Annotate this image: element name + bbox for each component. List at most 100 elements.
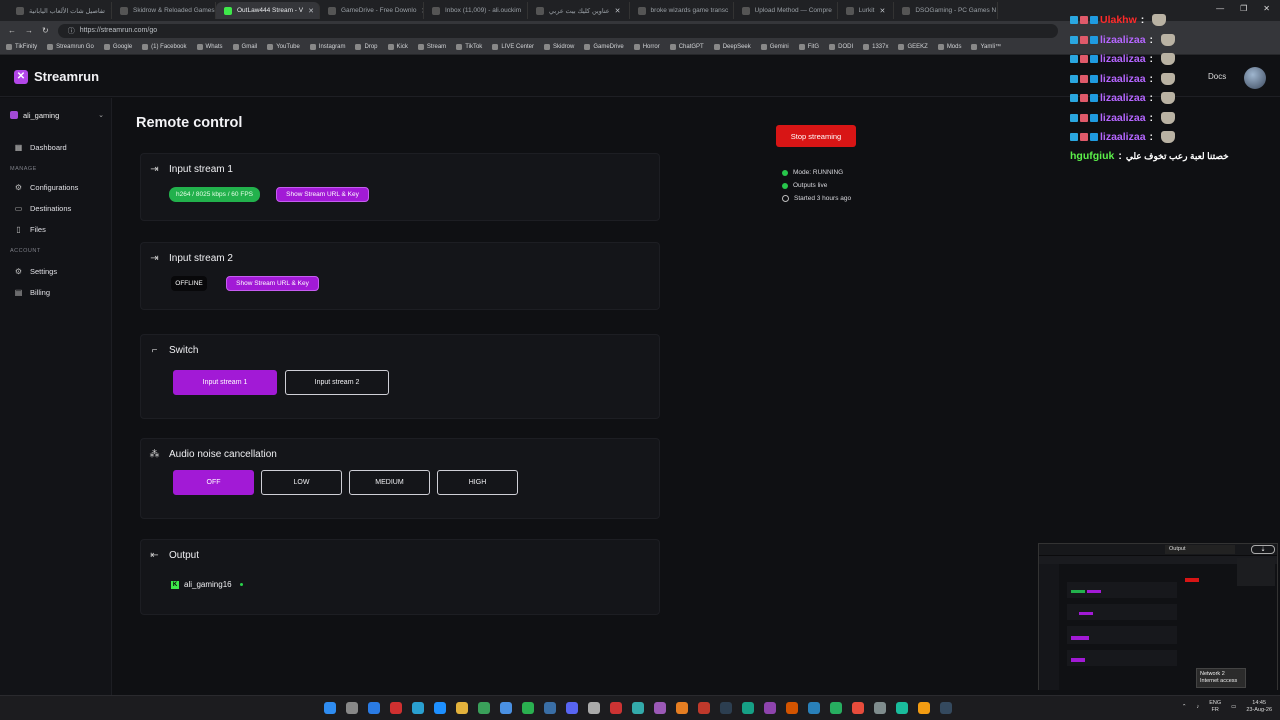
stop-streaming-button[interactable]: Stop streaming xyxy=(776,125,856,147)
bookmark-item[interactable]: GameDrive xyxy=(584,44,624,50)
close-icon[interactable]: ✕ xyxy=(879,7,885,15)
switch-option-input-1[interactable]: Input stream 1 xyxy=(173,370,277,395)
taskbar-app-icon[interactable] xyxy=(808,702,820,714)
show-stream-key-button[interactable]: Show Stream URL & Key xyxy=(276,187,369,202)
browser-tab[interactable]: عناوين كليك بيت عربي ✕ xyxy=(528,2,630,19)
workspace-selector[interactable]: ali_gaming ⌄ xyxy=(10,108,104,122)
bookmark-item[interactable]: Gmail xyxy=(232,44,257,50)
browser-tab[interactable]: GameDrive - Free Downlo✕ xyxy=(320,2,424,19)
bookmark-item[interactable]: Horror xyxy=(633,44,660,50)
output-destination[interactable]: K ali_gaming16 xyxy=(171,580,243,589)
taskbar-app-icon[interactable] xyxy=(786,702,798,714)
taskbar-app-icon[interactable] xyxy=(390,702,402,714)
chat-username[interactable]: Ulakhw xyxy=(1100,14,1137,26)
sidebar-item-files[interactable]: ▯ Files xyxy=(14,225,46,234)
taskbar-app-icon[interactable] xyxy=(324,702,336,714)
noise-option-low[interactable]: LOW xyxy=(261,470,342,495)
taskbar-app-icon[interactable] xyxy=(654,702,666,714)
sidebar-item-billing[interactable]: ▤ Billing xyxy=(14,288,50,297)
site-info-icon[interactable]: ⓘ xyxy=(68,26,75,36)
taskbar-app-icon[interactable] xyxy=(918,702,930,714)
preview-output-select[interactable]: Output xyxy=(1165,545,1235,554)
taskbar-app-icon[interactable] xyxy=(852,702,864,714)
bookmark-item[interactable]: Google xyxy=(103,44,132,50)
chat-username[interactable]: lizaalizaa xyxy=(1100,53,1146,65)
browser-tab[interactable]: broke wizards game transc✕ xyxy=(630,2,734,19)
bookmark-item[interactable]: 1337x xyxy=(863,44,888,50)
taskbar-app-icon[interactable] xyxy=(610,702,622,714)
browser-tab[interactable]: DSOGaming - PC Games N✕ xyxy=(894,2,999,19)
network-icon[interactable]: ▭ xyxy=(1231,704,1236,711)
noise-option-off[interactable]: OFF xyxy=(173,470,254,495)
taskbar-app-icon[interactable] xyxy=(588,702,600,714)
bookmark-item[interactable]: TikTok xyxy=(456,44,482,50)
chat-username[interactable]: lizaalizaa xyxy=(1100,112,1146,124)
taskbar-app-icon[interactable] xyxy=(346,702,358,714)
url-field[interactable]: ⓘ https://streamrun.com/go xyxy=(57,23,1058,38)
bookmark-item[interactable]: Yamli™ xyxy=(971,44,1001,50)
bookmark-item[interactable]: Stream xyxy=(417,44,446,50)
speaker-icon[interactable]: ♪ xyxy=(1196,704,1199,711)
bookmark-item[interactable]: Skidrow xyxy=(544,44,574,50)
sidebar-item-dashboard[interactable]: ▦ Dashboard xyxy=(14,143,67,152)
taskbar-app-icon[interactable] xyxy=(500,702,512,714)
bookmark-item[interactable]: Mods xyxy=(937,44,961,50)
browser-tab[interactable]: Lurkit ✕ xyxy=(838,2,895,19)
taskbar-app-icon[interactable] xyxy=(522,702,534,714)
taskbar-app-icon[interactable] xyxy=(544,702,556,714)
taskbar-app-icon[interactable] xyxy=(698,702,710,714)
bookmark-item[interactable]: Instagram xyxy=(309,44,345,50)
sidebar-item-destinations[interactable]: ▭ Destinations xyxy=(14,204,72,213)
language-indicator[interactable]: ENG FR xyxy=(1209,700,1221,714)
sidebar-item-configurations[interactable]: ⚙ Configurations xyxy=(14,183,78,192)
bookmark-item[interactable]: ChatGPT xyxy=(669,44,704,50)
browser-tab[interactable]: Skidrow & Reloaded Games✕ xyxy=(112,2,216,19)
bookmark-item[interactable]: Whats xyxy=(196,44,223,50)
switch-option-input-2[interactable]: Input stream 2 xyxy=(285,370,389,395)
bookmark-item[interactable]: FitG xyxy=(798,44,819,50)
clock[interactable]: 14:45 23-Aug-26 xyxy=(1246,700,1272,714)
taskbar-app-icon[interactable] xyxy=(720,702,732,714)
browser-tab[interactable]: Inbox (11,009) - ali.ouckim✕ xyxy=(424,2,528,19)
bookmark-item[interactable]: DODI xyxy=(829,44,853,50)
noise-option-medium[interactable]: MEDIUM xyxy=(349,470,430,495)
taskbar-app-icon[interactable] xyxy=(368,702,380,714)
taskbar-app-icon[interactable] xyxy=(940,702,952,714)
close-icon[interactable]: ✕ xyxy=(308,7,314,15)
brand-logo[interactable]: ✕ Streamrun xyxy=(14,69,99,84)
chat-username[interactable]: lizaalizaa xyxy=(1100,73,1146,85)
taskbar-app-icon[interactable] xyxy=(434,702,446,714)
bookmark-item[interactable]: Kick xyxy=(387,44,408,50)
show-stream-key-button[interactable]: Show Stream URL & Key xyxy=(226,276,319,291)
noise-option-high[interactable]: HIGH xyxy=(437,470,518,495)
browser-tab[interactable]: تفاصيل شات الألعاب اليابانية✕ xyxy=(8,2,112,19)
chevron-up-icon[interactable]: ⌃ xyxy=(1182,704,1187,711)
taskbar-app-icon[interactable] xyxy=(456,702,468,714)
bookmark-item[interactable]: YouTube xyxy=(267,44,300,50)
taskbar-app-icon[interactable] xyxy=(478,702,490,714)
bookmark-item[interactable]: Drop xyxy=(355,44,378,50)
taskbar-app-icon[interactable] xyxy=(764,702,776,714)
browser-tab[interactable]: Upload Method — Compre✕ xyxy=(734,2,838,19)
taskbar-app-icon[interactable] xyxy=(874,702,886,714)
bookmark-item[interactable]: LIVE Center xyxy=(492,44,534,50)
bookmark-item[interactable]: GEEKZ xyxy=(898,44,928,50)
browser-tab-active[interactable]: OutLaw444 Stream - V ✕ xyxy=(216,2,320,19)
taskbar-app-icon[interactable] xyxy=(676,702,688,714)
chat-username[interactable]: hgufgiuk xyxy=(1070,150,1114,162)
taskbar-app-icon[interactable] xyxy=(830,702,842,714)
chat-username[interactable]: lizaalizaa xyxy=(1100,34,1146,46)
sidebar-item-settings[interactable]: ⚙ Settings xyxy=(14,267,57,276)
bookmark-item[interactable]: Streamrun Go xyxy=(47,44,94,50)
chat-username[interactable]: lizaalizaa xyxy=(1100,131,1146,143)
bookmark-item[interactable]: DeepSeek xyxy=(713,44,751,50)
bookmark-item[interactable]: TikFinity xyxy=(6,44,37,50)
bookmark-item[interactable]: (1) Facebook xyxy=(142,44,187,50)
taskbar-app-icon[interactable] xyxy=(742,702,754,714)
taskbar-app-icon[interactable] xyxy=(412,702,424,714)
back-icon[interactable]: ← xyxy=(8,26,16,35)
chat-username[interactable]: lizaalizaa xyxy=(1100,92,1146,104)
forward-icon[interactable]: → xyxy=(25,26,33,35)
bookmark-item[interactable]: Gemini xyxy=(760,44,789,50)
taskbar-app-icon[interactable] xyxy=(896,702,908,714)
